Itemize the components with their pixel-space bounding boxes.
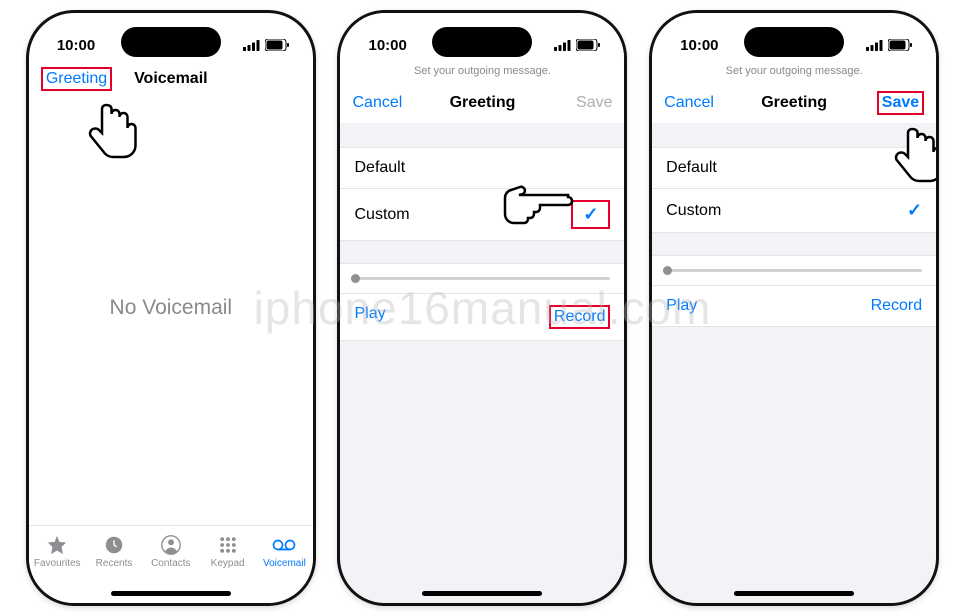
clock-icon (102, 534, 126, 556)
option-label: Default (666, 159, 717, 177)
highlight-save: Save (877, 91, 924, 115)
cellular-signal-icon (554, 40, 571, 51)
keypad-icon (216, 534, 240, 556)
tab-voicemail[interactable]: Voicemail (256, 534, 313, 603)
save-button[interactable]: Save (576, 94, 612, 112)
cellular-signal-icon (866, 40, 883, 51)
option-custom[interactable]: Custom ✓ (652, 188, 936, 232)
status-icons (243, 39, 289, 51)
audio-actions: Play Record (652, 286, 936, 327)
play-button[interactable]: Play (354, 305, 385, 329)
cellular-signal-icon (243, 40, 260, 51)
option-label: Custom (666, 202, 721, 220)
dynamic-island (744, 27, 844, 57)
highlight-record: Record (549, 305, 611, 329)
greeting-button[interactable]: Greeting (46, 70, 107, 87)
tab-label: Favourites (34, 558, 81, 569)
home-indicator (734, 591, 854, 596)
person-icon (159, 534, 183, 556)
option-custom[interactable]: Custom ✓ (340, 188, 624, 240)
tab-favourites[interactable]: Favourites (29, 534, 86, 603)
dynamic-island (121, 27, 221, 57)
status-time: 10:00 (368, 37, 406, 54)
tab-label: Contacts (151, 558, 190, 569)
play-button[interactable]: Play (666, 297, 697, 315)
star-icon (45, 534, 69, 556)
option-default[interactable]: Default (340, 148, 624, 188)
nav-bar: Cancel Greeting Save (652, 83, 936, 123)
battery-icon (576, 39, 600, 51)
tab-label: Voicemail (263, 558, 306, 569)
nav-bar: Greeting Voicemail (29, 59, 313, 99)
checkmark-icon: ✓ (907, 200, 922, 221)
status-time: 10:00 (57, 37, 95, 54)
status-icons (866, 39, 912, 51)
status-time: 10:00 (680, 37, 718, 54)
phone-screen-1: 10:00 Greeting Voicemail No Voicemail Fa… (26, 10, 316, 606)
highlight-checkmark: ✓ (571, 200, 610, 229)
save-button[interactable]: Save (882, 94, 919, 111)
phone-screen-3: 10:00 Set your outgoing message. Cancel … (649, 10, 939, 606)
greeting-options-list: Default Custom ✓ (340, 147, 624, 241)
nav-bar: Cancel Greeting Save (340, 83, 624, 123)
tab-label: Keypad (211, 558, 245, 569)
subtitle: Set your outgoing message. (340, 59, 624, 83)
audio-actions: Play Record (340, 294, 624, 341)
dynamic-island (432, 27, 532, 57)
option-default[interactable]: Default (652, 148, 936, 188)
status-icons (554, 39, 600, 51)
cancel-button[interactable]: Cancel (352, 94, 402, 112)
record-button[interactable]: Record (554, 308, 606, 325)
greeting-options-list: Default Custom ✓ (652, 147, 936, 233)
checkmark-icon: ✓ (583, 204, 598, 224)
audio-timeline[interactable] (340, 264, 624, 294)
subtitle: Set your outgoing message. (652, 59, 936, 83)
empty-state: No Voicemail (29, 296, 313, 320)
pointing-hand-icon (84, 97, 140, 169)
tab-label: Recents (96, 558, 133, 569)
option-label: Custom (354, 206, 409, 224)
cancel-button[interactable]: Cancel (664, 94, 714, 112)
phone-screen-2: 10:00 Set your outgoing message. Cancel … (337, 10, 627, 606)
audio-timeline[interactable] (652, 256, 936, 286)
battery-icon (888, 39, 912, 51)
home-indicator (111, 591, 231, 596)
home-indicator (422, 591, 542, 596)
option-label: Default (354, 159, 405, 177)
highlight-greeting: Greeting (41, 67, 112, 91)
battery-icon (265, 39, 289, 51)
record-button[interactable]: Record (871, 297, 923, 315)
voicemail-icon (272, 534, 296, 556)
